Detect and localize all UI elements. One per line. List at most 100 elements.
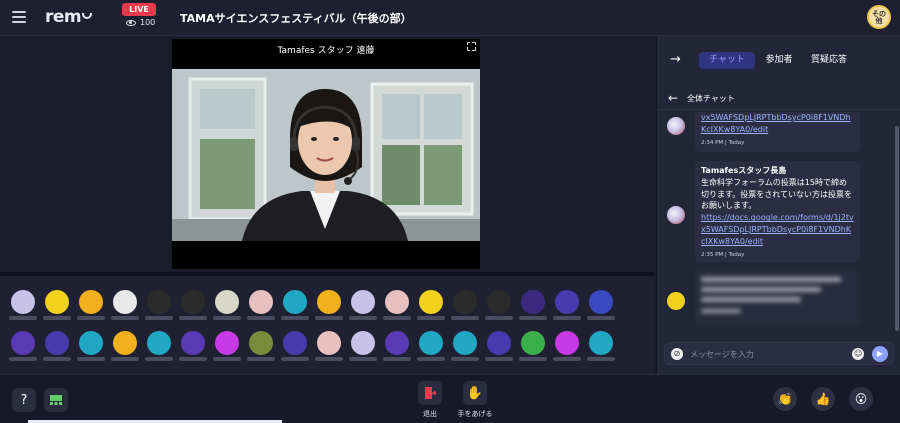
audience-member[interactable] [145,331,173,361]
audience-name-blurred [349,316,377,320]
presenter-video-frame [172,69,480,241]
audience-avatar [147,290,171,314]
audience-member[interactable] [485,290,513,320]
audience-member[interactable] [43,331,71,361]
audience-avatar [215,331,239,355]
audience-avatar [249,290,273,314]
audience-name-blurred [587,316,615,320]
collapse-panel-icon[interactable]: → [670,52,681,67]
tab-chat[interactable]: チャット [699,52,755,69]
audience-member[interactable] [553,290,581,320]
audience-member[interactable] [451,331,479,361]
chat-message-3-blurred [695,269,860,326]
audience-member[interactable] [179,331,207,361]
audience-name-blurred [417,316,445,320]
audience-member[interactable] [145,290,173,320]
audience-member[interactable] [77,290,105,320]
message-time: 2:34 PM | Today [701,139,745,146]
tab-participants[interactable]: 参加者 [761,52,797,69]
audience-member[interactable] [281,331,309,361]
audience-member[interactable] [587,331,615,361]
user-avatar[interactable]: その他 [867,5,891,29]
audience-name-blurred [383,316,411,320]
audience-name-blurred [247,316,275,320]
emoji-reaction-button[interactable]: 😮 [849,387,873,411]
chat-scrollbar[interactable] [895,126,899,331]
audience-name-blurred [485,357,513,361]
audience-name-blurred [417,357,445,361]
audience-name-blurred [451,357,479,361]
audience-name-blurred [213,357,241,361]
audience-member[interactable] [349,290,377,320]
chat-message-input[interactable] [690,347,840,361]
audience-member[interactable] [519,290,547,320]
message-time: 2:35 PM | Today [701,251,745,258]
thumbs-up-reaction-button[interactable]: 👍 [811,387,835,411]
audience-member[interactable] [383,290,411,320]
message-link[interactable]: https://docs.google.com/forms/d/1j2tvx5W… [701,212,854,247]
audience-member[interactable] [315,331,343,361]
audience-member[interactable] [111,331,139,361]
emoji-icon[interactable]: ☺ [852,348,864,360]
audience-member[interactable] [587,290,615,320]
message-avatar [667,117,685,135]
audience-avatar [79,290,103,314]
menu-icon[interactable] [12,11,26,23]
fullscreen-icon[interactable] [466,41,477,52]
audience-member[interactable] [315,290,343,320]
audience-member[interactable] [247,290,275,320]
audience-avatar [419,331,443,355]
raise-hand-button[interactable]: ✋ [463,381,487,405]
tab-qa[interactable]: 質疑応答 [806,52,852,69]
audience-member[interactable] [417,331,445,361]
audience-name-blurred [179,316,207,320]
audience-avatar [79,331,103,355]
audience-name-blurred [281,357,309,361]
audience-member[interactable] [247,331,275,361]
audience-member[interactable] [9,331,37,361]
audience-avatar [385,331,409,355]
audience-member[interactable] [111,290,139,320]
audience-member[interactable] [77,331,105,361]
eye-icon [126,19,136,26]
presenter-name: Tamafes スタッフ 遠藤 [277,46,375,56]
chat-input-bar: ⊘ ☺ ▶ [664,342,894,365]
layout-icon[interactable] [44,388,68,412]
clap-reaction-button[interactable]: 👏 [773,387,797,411]
viewer-count: 100 [126,18,155,27]
back-arrow-icon[interactable]: ← [668,91,678,105]
audience-member[interactable] [349,331,377,361]
video-frame [172,69,480,241]
audience-member[interactable] [43,290,71,320]
audience-avatar [351,331,375,355]
audience-member[interactable] [519,331,547,361]
audience-member[interactable] [9,290,37,320]
audience-member[interactable] [485,331,513,361]
audience-avatar [419,290,443,314]
audience-member[interactable] [553,331,581,361]
audience-avatar [317,331,341,355]
chat-header: ← 全体チャット [657,88,900,110]
audience-name-blurred [77,357,105,361]
message-link[interactable]: vx5WAFSDpLJRPTbbDsycP0i8F1VNDhKcIXKw8YA0… [701,112,854,136]
audience-member[interactable] [179,290,207,320]
audience-member[interactable] [383,331,411,361]
audience-grid [0,274,654,374]
send-button[interactable]: ▶ [872,346,888,362]
audience-member[interactable] [417,290,445,320]
help-icon[interactable]: ? [12,388,36,412]
audience-member[interactable] [213,331,241,361]
audience-member[interactable] [281,290,309,320]
audience-name-blurred [383,357,411,361]
audience-member[interactable] [451,290,479,320]
message-avatar [667,292,685,310]
audience-avatar [487,331,511,355]
audience-name-blurred [43,357,71,361]
remo-logo: rem [45,7,93,27]
audience-avatar [555,331,579,355]
audience-name-blurred [587,357,615,361]
audience-name-blurred [315,316,343,320]
leave-button[interactable] [418,381,442,405]
attachment-icon[interactable]: ⊘ [671,348,683,360]
audience-member[interactable] [213,290,241,320]
